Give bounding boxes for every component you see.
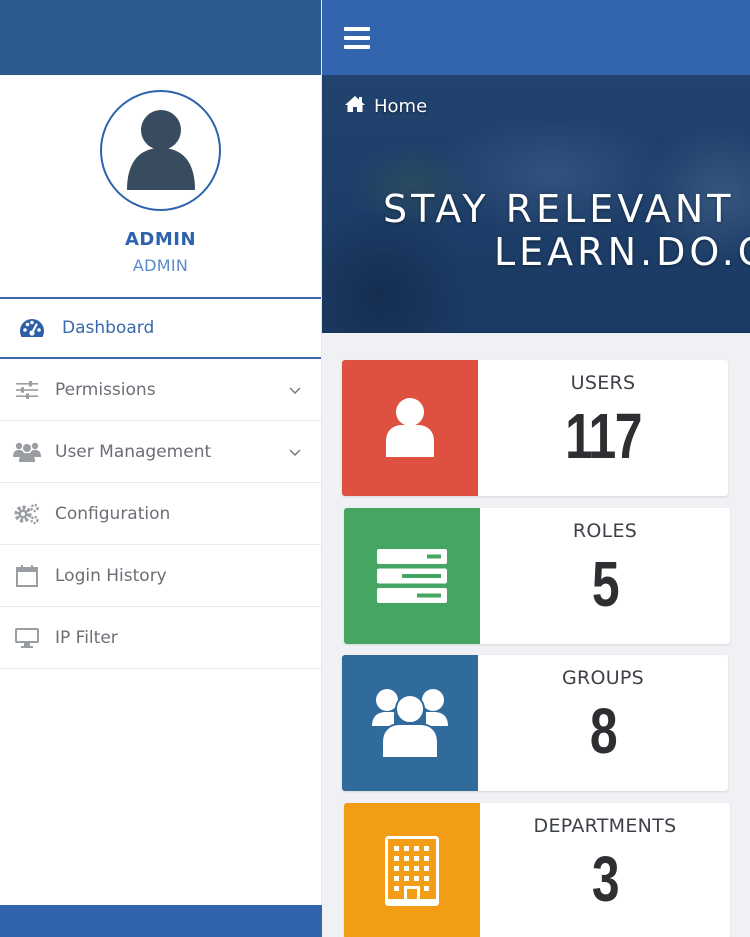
stat-card-users[interactable]: USERS 117 [342, 360, 728, 496]
stat-icon-box [342, 655, 478, 791]
banner-subheadline: LEARN.DO.C [494, 230, 750, 274]
server-list-icon [377, 549, 447, 603]
sidebar-item-label: Configuration [55, 503, 171, 524]
hero-banner: Home STAY RELEVANT LEARN.DO.C [322, 75, 750, 333]
sidebar-item-login-history[interactable]: Login History [0, 545, 321, 607]
dashboard-gauge-icon [18, 316, 46, 340]
users-icon [13, 440, 41, 464]
app: ADMIN ADMIN Dashboard Permissions User M… [0, 0, 750, 937]
sidebar-item-configuration[interactable]: Configuration [0, 483, 321, 545]
stat-value: 3 [591, 843, 620, 915]
stat-value: 8 [589, 695, 618, 767]
main-content: Home STAY RELEVANT LEARN.DO.C USERS 117 [322, 0, 750, 937]
stat-label: ROLES [572, 520, 638, 542]
sidebar-item-label: Dashboard [62, 318, 155, 338]
sidebar-item-label: Login History [55, 565, 167, 586]
stat-icon-box [342, 360, 478, 496]
stat-icon-box [344, 803, 480, 937]
top-navbar [322, 0, 750, 75]
breadcrumb[interactable]: Home [344, 95, 427, 118]
sidebar: ADMIN ADMIN Dashboard Permissions User M… [0, 0, 322, 937]
sidebar-item-label: Permissions [55, 379, 156, 400]
stat-card-roles[interactable]: ROLES 5 [344, 508, 730, 644]
building-icon [385, 836, 439, 906]
stat-label: DEPARTMENTS [533, 815, 677, 837]
sidebar-header [0, 0, 321, 75]
calendar-icon [13, 564, 41, 588]
stat-card-departments[interactable]: DEPARTMENTS 3 [344, 803, 730, 937]
sidebar-footer [0, 905, 322, 937]
sidebar-item-label: IP Filter [55, 627, 118, 648]
sidebar-item-dashboard[interactable]: Dashboard [0, 297, 321, 359]
home-icon [344, 95, 366, 118]
sidebar-item-ip-filter[interactable]: IP Filter [0, 607, 321, 669]
stat-label: GROUPS [561, 667, 645, 689]
group-icon [372, 689, 448, 758]
avatar[interactable] [100, 90, 221, 211]
user-icon [386, 398, 434, 457]
user-role: ADMIN [132, 256, 189, 275]
hamburger-icon[interactable] [344, 26, 370, 49]
stat-label: USERS [570, 372, 636, 394]
user-name: ADMIN [124, 229, 197, 250]
stat-value: 117 [565, 400, 642, 472]
banner-headline: STAY RELEVANT [383, 187, 735, 231]
breadcrumb-home: Home [374, 96, 428, 117]
user-avatar-icon [126, 109, 195, 190]
chevron-down-icon [289, 442, 301, 462]
stat-card-groups[interactable]: GROUPS 8 [342, 655, 728, 791]
monitor-icon [13, 626, 41, 650]
sidebar-item-label: User Management [55, 441, 212, 462]
stat-icon-box [344, 508, 480, 644]
stat-value: 5 [591, 548, 620, 620]
user-profile: ADMIN ADMIN [0, 75, 321, 297]
sidebar-item-permissions[interactable]: Permissions [0, 359, 321, 421]
chevron-down-icon [289, 380, 301, 400]
sliders-icon [13, 378, 41, 402]
sidebar-item-user-management[interactable]: User Management [0, 421, 321, 483]
gears-icon [13, 502, 41, 526]
sidebar-menu: Dashboard Permissions User Management Co… [0, 297, 321, 669]
